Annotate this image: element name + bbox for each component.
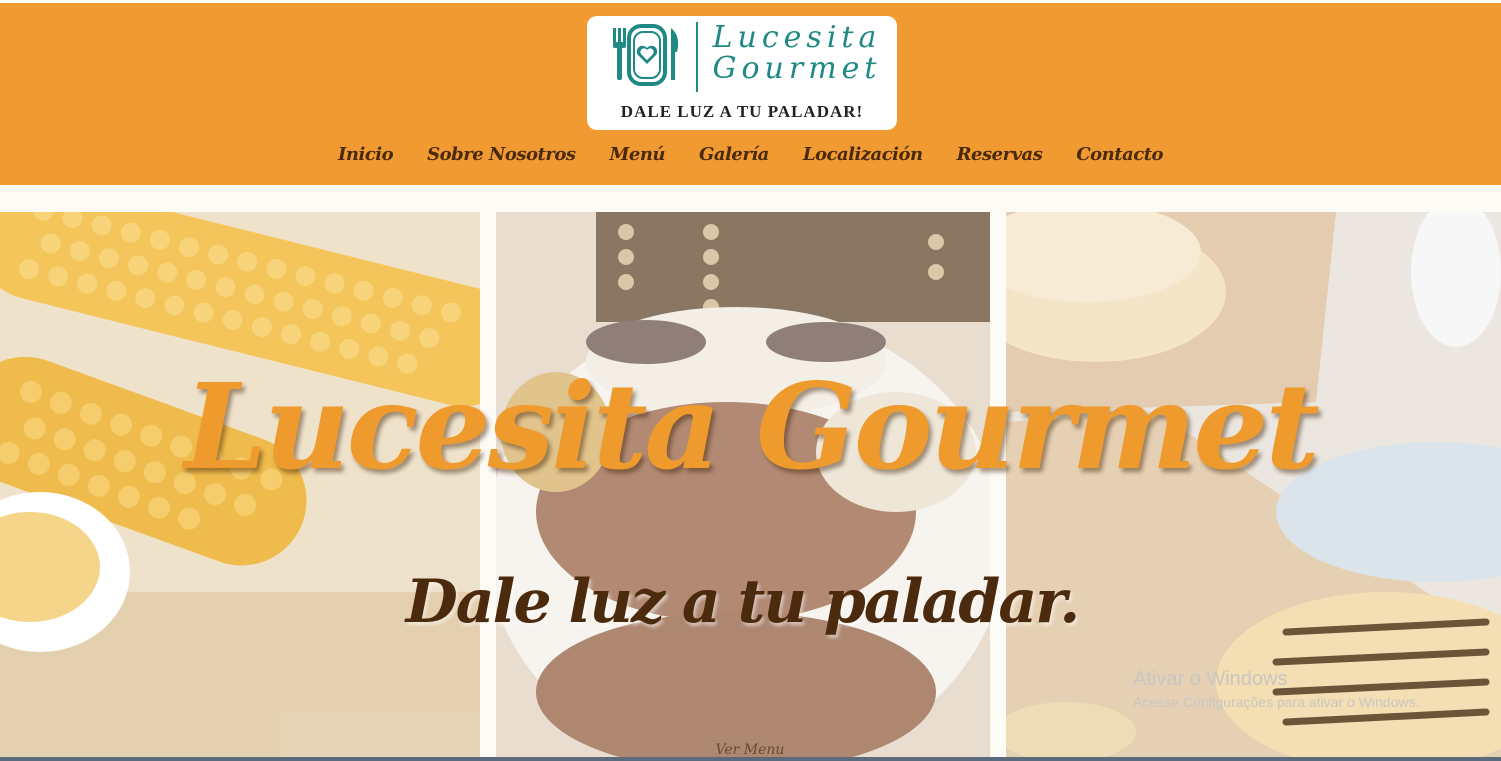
nav-item-galeria[interactable]: Galería (699, 144, 769, 165)
logo-tagline: DALE LUZ A TU PALADAR! (620, 102, 864, 121)
plate-fork-knife-heart-icon (613, 24, 679, 86)
hero-title: Lucesita Gourmet (184, 357, 1320, 496)
nav-item-inicio[interactable]: Inicio (338, 144, 394, 165)
nav-item-sobre-nosotros[interactable]: Sobre Nosotros (427, 144, 576, 165)
hero-subtitle: Dale luz a tu paladar. (405, 567, 1080, 637)
watermark-message: Acesse Configurações para ativar o Windo… (1133, 694, 1420, 710)
watermark-title: Ativar o Windows (1133, 668, 1288, 690)
windows-activation-watermark: Ativar o Windows Acesse Configurações pa… (1133, 668, 1419, 710)
nav-item-reservas[interactable]: Reservas (957, 144, 1043, 165)
logo-name: Lucesita Gourmet (707, 22, 887, 84)
logo-divider (696, 22, 698, 92)
nav-item-contacto[interactable]: Contacto (1076, 144, 1163, 165)
logo[interactable]: Lucesita Gourmet DALE LUZ A TU PALADAR! (587, 16, 897, 130)
logo-name-line1: Lucesita (712, 20, 882, 55)
main-nav: Inicio Sobre Nosotros Menú Galería Local… (0, 144, 1501, 165)
logo-name-line2: Gourmet (712, 51, 882, 86)
nav-item-localizacion[interactable]: Localización (803, 144, 923, 165)
nav-item-menu[interactable]: Menú (609, 144, 665, 165)
view-menu-link[interactable]: Ver Menu (700, 742, 800, 757)
site-header: Lucesita Gourmet DALE LUZ A TU PALADAR! … (0, 3, 1501, 185)
bottom-border (0, 757, 1501, 761)
